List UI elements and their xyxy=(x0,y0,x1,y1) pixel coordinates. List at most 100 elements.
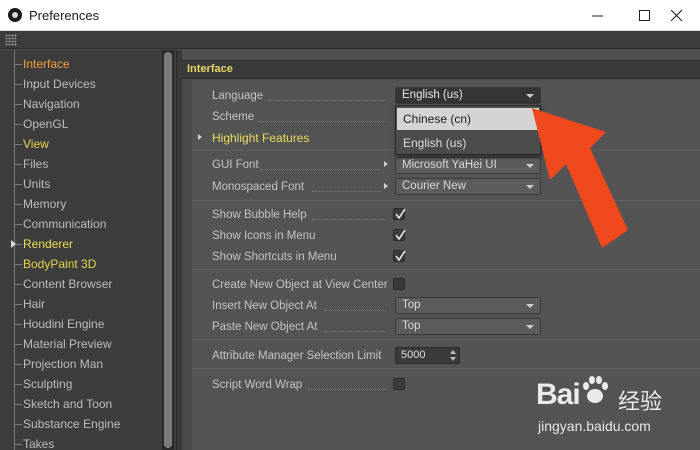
sidebar-item-label: OpenGL xyxy=(23,117,69,131)
close-icon xyxy=(671,10,683,22)
sidebar-item-navigation[interactable]: Navigation xyxy=(14,94,162,114)
section-header: Interface xyxy=(182,60,700,79)
title-bar: Preferences xyxy=(0,0,700,31)
sidebar-item-opengl[interactable]: OpenGL xyxy=(14,114,162,134)
sidebar-item-label: Projection Man xyxy=(23,357,104,371)
sidebar-item-label: Material Preview xyxy=(23,337,112,351)
leader-dots xyxy=(308,389,386,390)
sidebar-scrollbar[interactable] xyxy=(162,50,174,450)
insert-new-object-at-label: Insert New Object At xyxy=(212,300,317,312)
sidebar-item-label: Takes xyxy=(23,437,55,450)
sidebar-item-sketch-and-toon[interactable]: Sketch and Toon xyxy=(14,394,162,414)
attr-selection-limit-label: Attribute Manager Selection Limit xyxy=(212,350,382,362)
show-shortcuts-in-menu-label: Show Shortcuts in Menu xyxy=(212,251,337,263)
section-title: Interface xyxy=(187,63,233,75)
leader-dots xyxy=(312,191,380,192)
sidebar-item-projection-man[interactable]: Projection Man xyxy=(14,354,162,374)
script-word-wrap-label: Script Word Wrap xyxy=(212,379,303,391)
sidebar-item-renderer[interactable]: Renderer xyxy=(11,234,162,254)
scheme-label: Scheme xyxy=(212,111,255,123)
minimize-icon xyxy=(592,15,603,17)
watermark-logo-text: Bai xyxy=(536,378,581,411)
sidebar-item-units[interactable]: Units xyxy=(14,174,162,194)
language-option-english[interactable]: English (us) xyxy=(397,132,539,154)
leader-dots xyxy=(324,310,386,311)
sidebar-item-hair[interactable]: Hair xyxy=(14,294,162,314)
create-at-view-center-checkbox[interactable] xyxy=(393,278,405,290)
sidebar-item-label: View xyxy=(23,137,49,151)
paw-logo-icon xyxy=(583,376,608,403)
sidebar-item-label: Content Browser xyxy=(23,277,113,291)
sidebar-item-label: Communication xyxy=(23,217,107,231)
checkmark-icon xyxy=(395,208,406,220)
show-bubble-help-checkbox[interactable] xyxy=(393,208,406,220)
sidebar-item-label: Hair xyxy=(23,297,46,311)
language-option-chinese[interactable]: Chinese (cn) xyxy=(397,108,539,130)
script-word-wrap-checkbox[interactable] xyxy=(393,378,405,390)
sidebar-item-communication[interactable]: Communication xyxy=(14,214,162,234)
close-button[interactable] xyxy=(654,0,700,31)
paste-new-object-at-label: Paste New Object At xyxy=(212,321,318,333)
sidebar-item-view[interactable]: View xyxy=(14,134,162,154)
show-icons-in-menu-checkbox[interactable] xyxy=(393,229,406,241)
sidebar-item-label: Substance Engine xyxy=(23,417,121,431)
minimize-button[interactable] xyxy=(575,0,621,31)
checkmark-icon xyxy=(395,229,406,241)
attr-selection-limit-input[interactable]: 5000 xyxy=(395,347,460,364)
sidebar-item-sculpting[interactable]: Sculpting xyxy=(14,374,162,394)
expand-arrow-icon[interactable] xyxy=(198,134,202,140)
grip-handle-icon[interactable] xyxy=(5,34,17,46)
content-gutter xyxy=(182,80,192,450)
sidebar-item-label: Interface xyxy=(23,57,70,71)
font-picker-arrow-icon[interactable] xyxy=(384,183,388,189)
maximize-icon xyxy=(639,10,650,21)
sidebar-item-label: Sketch and Toon xyxy=(23,397,113,411)
cinema4d-app-icon xyxy=(8,8,22,22)
sidebar-item-takes[interactable]: Takes xyxy=(14,434,162,450)
spinner-arrows-icon[interactable] xyxy=(450,350,456,361)
leader-dots xyxy=(324,331,386,332)
sidebar-item-label: Memory xyxy=(23,197,67,211)
sidebar-item-bodypaint-3d[interactable]: BodyPaint 3D xyxy=(14,254,162,274)
preferences-sidebar: Interface Input Devices Navigation OpenGL Vi… xyxy=(0,50,176,450)
sidebar-item-label: Houdini Engine xyxy=(23,317,105,331)
divider xyxy=(192,269,700,270)
leader-dots xyxy=(312,219,386,220)
sidebar-item-files[interactable]: Files xyxy=(14,154,162,174)
sidebar-item-houdini-engine[interactable]: Houdini Engine xyxy=(14,314,162,334)
sidebar-item-label: Renderer xyxy=(23,237,74,251)
sidebar-item-input-devices[interactable]: Input Devices xyxy=(14,74,162,94)
paste-new-object-at-dropdown[interactable]: Top xyxy=(395,318,541,335)
leader-dots xyxy=(268,100,386,101)
sidebar-item-material-preview[interactable]: Material Preview xyxy=(14,334,162,354)
gui-font-label: GUI Font xyxy=(212,159,259,171)
highlight-features-label[interactable]: Highlight Features xyxy=(212,131,309,145)
sidebar-item-content-browser[interactable]: Content Browser xyxy=(14,274,162,294)
sidebar-item-label: Navigation xyxy=(23,97,80,111)
sidebar-item-label: Files xyxy=(23,157,49,171)
baidu-watermark: Bai 经验 jingyan.baidu.com xyxy=(536,372,700,450)
watermark-cn-text: 经验 xyxy=(618,390,663,415)
sidebar-item-substance-engine[interactable]: Substance Engine xyxy=(14,414,162,434)
chevron-down-icon xyxy=(526,325,534,329)
chevron-down-icon xyxy=(526,304,534,308)
window-title: Preferences xyxy=(29,8,100,23)
monospaced-font-label: Monospaced Font xyxy=(212,181,305,193)
leader-dots xyxy=(258,121,386,122)
sidebar-item-interface[interactable]: Interface xyxy=(14,54,162,74)
sidebar-item-memory[interactable]: Memory xyxy=(14,194,162,214)
chevron-down-icon xyxy=(526,94,534,98)
scrollbar-thumb[interactable] xyxy=(164,52,172,448)
arrow-pointer-icon xyxy=(532,108,628,248)
language-label: Language xyxy=(212,90,264,102)
divider xyxy=(192,339,700,340)
sidebar-item-label: BodyPaint 3D xyxy=(23,257,97,271)
toolbar-strip xyxy=(0,31,700,49)
show-icons-in-menu-label: Show Icons in Menu xyxy=(212,230,316,242)
insert-new-object-at-dropdown[interactable]: Top xyxy=(395,297,541,314)
create-at-view-center-label: Create New Object at View Center xyxy=(212,279,388,291)
show-shortcuts-in-menu-checkbox[interactable] xyxy=(393,250,406,262)
expand-arrow-icon[interactable] xyxy=(11,240,16,248)
show-bubble-help-label: Show Bubble Help xyxy=(212,209,307,221)
font-picker-arrow-icon[interactable] xyxy=(384,161,388,167)
